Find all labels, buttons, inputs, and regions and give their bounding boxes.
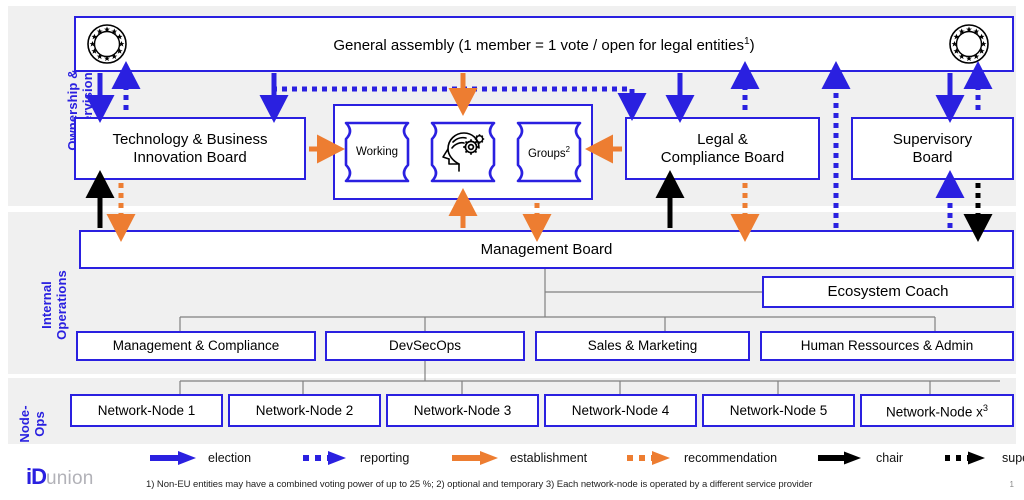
network-node-5-box[interactable]: Network-Node 5 (702, 394, 855, 427)
department-management-compliance-box[interactable]: Management & Compliance (76, 331, 316, 361)
eu-stars-icon (949, 24, 989, 64)
network-node-x-label: Network-Node x3 (886, 403, 988, 420)
legend: election reporting establishment recomme… (140, 446, 1024, 470)
legend-item-recommendation: recommendation (624, 446, 777, 470)
head-gears-icon (442, 132, 485, 172)
recommendation-arrow-icon (627, 451, 670, 465)
legend-label-reporting: reporting (360, 451, 410, 465)
legal-compliance-board-box[interactable]: Legal & Compliance Board (625, 117, 820, 180)
network-node-2-box[interactable]: Network-Node 2 (228, 394, 381, 427)
network-node-1-box[interactable]: Network-Node 1 (70, 394, 223, 427)
logo-union-part: union (46, 468, 94, 489)
department-devsecops-box[interactable]: DevSecOps (325, 331, 525, 361)
working-groups-cell-groups[interactable]: Groups2 (516, 121, 582, 183)
working-groups-cell-icon[interactable] (430, 121, 496, 183)
page-number: 1 (1009, 480, 1014, 489)
department-sales-marketing-box[interactable]: Sales & Marketing (535, 331, 750, 361)
supervision-arrow-icon (945, 451, 985, 465)
legend-label-recommendation: recommendation (684, 451, 778, 465)
ecosystem-coach-box[interactable]: Ecosystem Coach (762, 276, 1014, 308)
supervisory-board-box[interactable]: Supervisory Board (851, 117, 1014, 180)
legend-label-establishment: establishment (510, 451, 588, 465)
legend-item-chair: chair (816, 446, 903, 470)
chair-arrow-icon (818, 451, 861, 465)
reporting-arrow-icon (303, 451, 346, 465)
technology-business-innovation-board-box[interactable]: Technology & Business Innovation Board (74, 117, 306, 180)
legend-item-supervision: supervision (942, 446, 1024, 470)
department-hr-admin-box[interactable]: Human Ressources & Admin (760, 331, 1014, 361)
legend-label-supervision: supervision (1002, 451, 1024, 465)
groups-label: Groups2 (527, 144, 571, 160)
management-board-box[interactable]: Management Board (79, 230, 1014, 269)
logo-id-part: iD (26, 464, 47, 489)
idunion-logo: iD union (26, 464, 94, 490)
legend-label-election: election (208, 451, 252, 465)
establishment-arrow-icon (452, 451, 498, 465)
working-groups-inner: Working Groups2 (333, 104, 593, 200)
band-label-internal: Internal Operations (39, 270, 69, 340)
election-arrow-icon (150, 451, 196, 465)
working-label: Working (356, 146, 398, 158)
network-node-3-box[interactable]: Network-Node 3 (386, 394, 539, 427)
legend-item-election: election (148, 446, 251, 470)
general-assembly-label: General assembly (1 member = 1 vote / op… (333, 36, 755, 54)
footnote-text: 1) Non-EU entities may have a combined v… (146, 479, 813, 490)
legend-item-establishment: establishment (450, 446, 587, 470)
diagram-canvas: Ownership & Supervision Internal Operati… (0, 0, 1024, 500)
working-groups-cell-working[interactable]: Working (344, 121, 410, 183)
legend-item-reporting: reporting (300, 446, 409, 470)
network-node-x-box[interactable]: Network-Node x3 (860, 394, 1014, 427)
general-assembly-box[interactable]: General assembly (1 member = 1 vote / op… (74, 16, 1014, 72)
network-node-4-box[interactable]: Network-Node 4 (544, 394, 697, 427)
legend-label-chair: chair (876, 451, 904, 465)
eu-stars-icon (87, 24, 127, 64)
